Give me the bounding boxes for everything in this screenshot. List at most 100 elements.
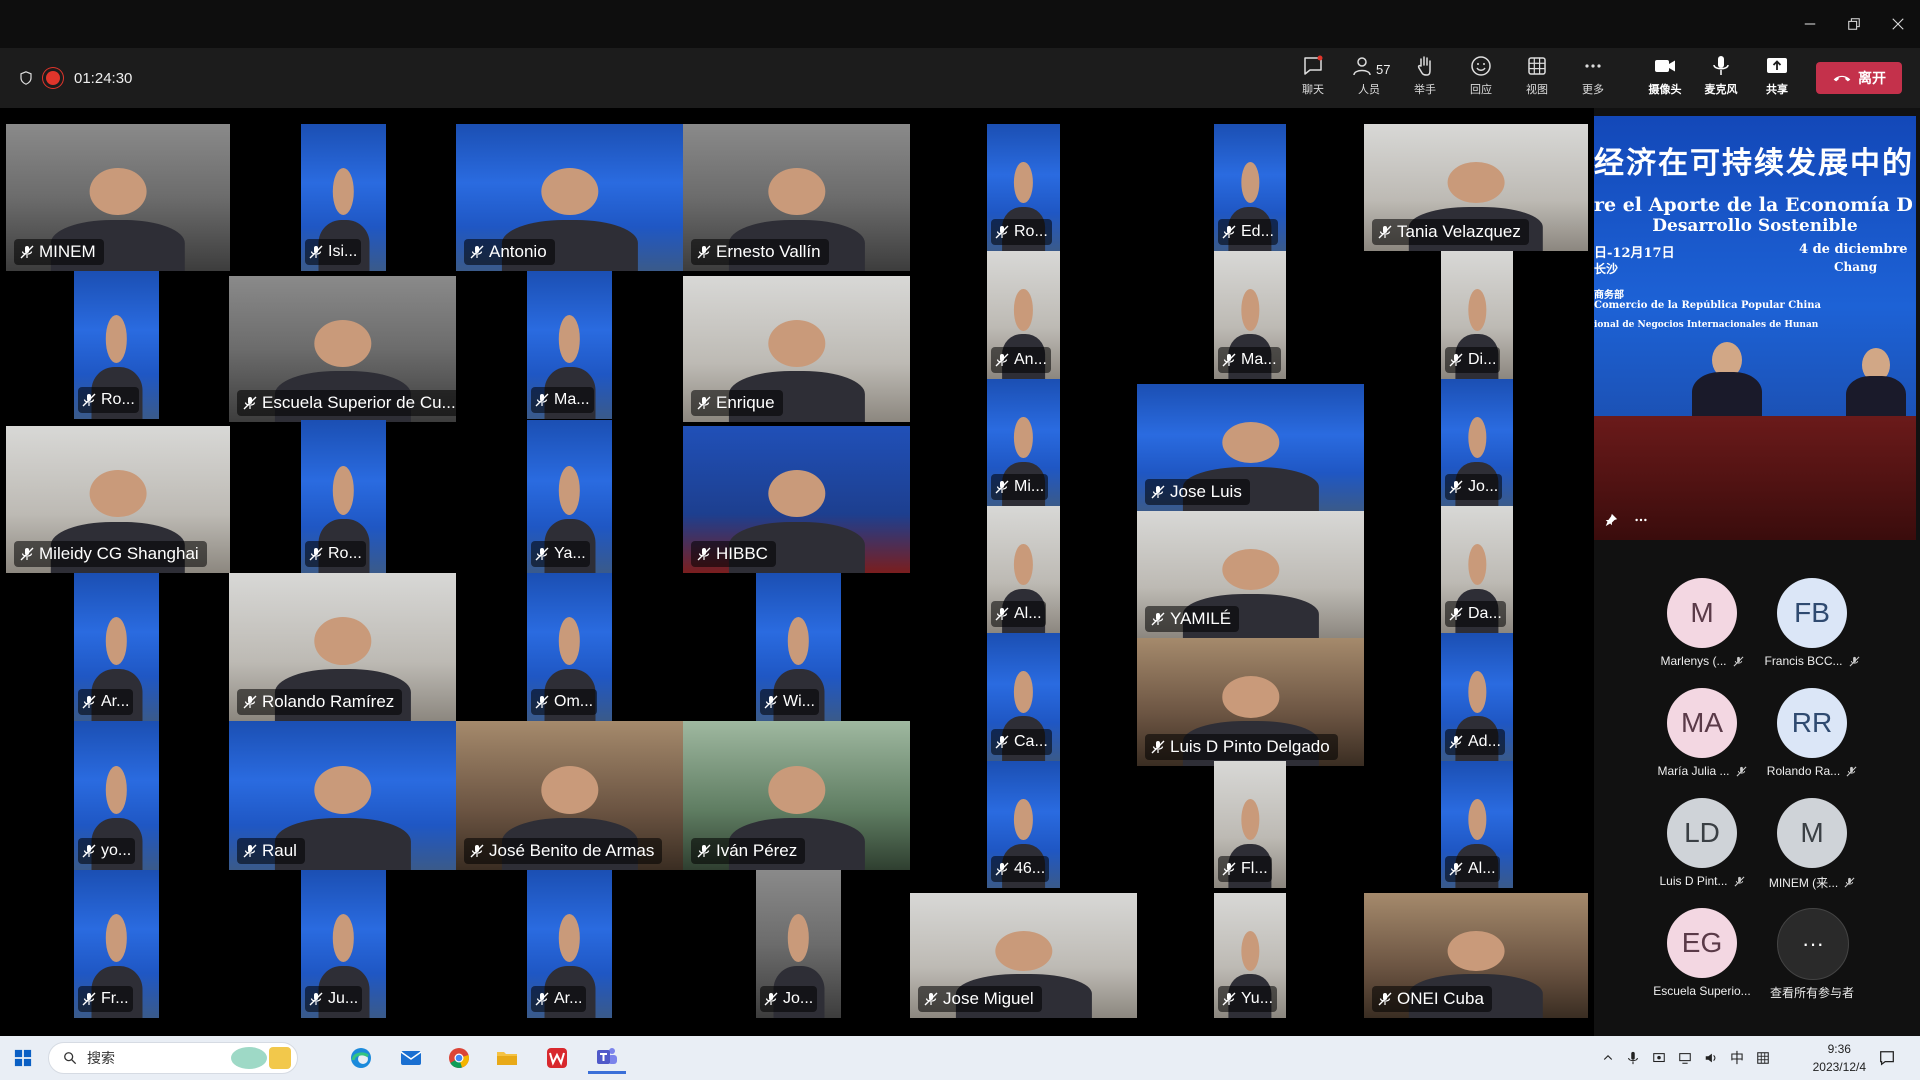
share-button[interactable]: 共享 bbox=[1752, 54, 1802, 104]
mic-off-icon bbox=[243, 844, 257, 858]
participant-tile[interactable]: Ernesto Vallín bbox=[683, 124, 910, 271]
participant-avatar[interactable]: RR bbox=[1777, 688, 1847, 758]
participant-avatar[interactable]: LD bbox=[1667, 798, 1737, 868]
participant-tile[interactable]: Mileidy CG Shanghai bbox=[6, 426, 230, 573]
avatar-name-text: Francis BCC... bbox=[1764, 654, 1843, 668]
participant-tile[interactable]: Jose Luis bbox=[1137, 384, 1364, 511]
leave-button[interactable]: 离开 bbox=[1816, 62, 1902, 94]
more-button[interactable]: 更多 bbox=[1568, 54, 1618, 104]
participant-nametag: Ya... bbox=[531, 541, 590, 567]
view-all-participants-button[interactable]: ··· bbox=[1777, 908, 1849, 980]
participant-tile[interactable]: Luis D Pinto Delgado bbox=[1137, 638, 1364, 766]
mic-off-icon bbox=[82, 695, 96, 709]
participant-tile[interactable]: Jo... bbox=[1441, 379, 1513, 506]
mic-off-icon bbox=[1846, 766, 1857, 776]
participant-avatar[interactable]: M bbox=[1777, 798, 1847, 868]
close-button[interactable] bbox=[1876, 8, 1920, 40]
raise-hand-button[interactable]: 举手 bbox=[1400, 54, 1450, 104]
security-icon[interactable] bbox=[1652, 1051, 1666, 1065]
participant-tile[interactable]: Al... bbox=[1441, 761, 1513, 888]
participant-tile[interactable]: Jose Miguel bbox=[910, 893, 1137, 1018]
participant-avatar[interactable]: M bbox=[1667, 578, 1737, 648]
participant-tile[interactable]: Ro... bbox=[74, 271, 159, 419]
participant-tile[interactable]: Ju... bbox=[301, 870, 386, 1018]
volume-icon[interactable] bbox=[1704, 1051, 1718, 1065]
participant-tile[interactable]: Antonio bbox=[456, 124, 683, 271]
mail-app[interactable] bbox=[392, 1042, 430, 1074]
camera-button[interactable]: 摄像头 bbox=[1640, 54, 1690, 104]
mic-icon[interactable] bbox=[1626, 1051, 1640, 1065]
participant-tile[interactable]: 46... bbox=[987, 761, 1060, 888]
participant-tile[interactable]: Ed... bbox=[1214, 124, 1286, 251]
participant-tile[interactable]: yo... bbox=[74, 721, 159, 870]
participant-tile[interactable]: MINEM bbox=[6, 124, 230, 271]
teams-app[interactable] bbox=[588, 1042, 626, 1074]
chevron-up-icon[interactable] bbox=[1602, 1052, 1614, 1064]
participant-tile[interactable]: HIBBC bbox=[683, 426, 910, 573]
participant-tile[interactable]: Tania Velazquez bbox=[1364, 124, 1588, 251]
participant-tile[interactable]: Wi... bbox=[756, 573, 841, 721]
people-button[interactable]: 57 人员 bbox=[1344, 54, 1394, 104]
participant-tile[interactable]: An... bbox=[987, 251, 1060, 379]
participant-tile[interactable]: Ma... bbox=[527, 271, 612, 419]
participant-tile[interactable]: Jo... bbox=[756, 870, 841, 1018]
participant-tile[interactable]: Ro... bbox=[301, 420, 386, 573]
participant-tile[interactable]: Al... bbox=[987, 506, 1060, 633]
minimize-button[interactable] bbox=[1788, 8, 1832, 40]
avatar-name: Marlenys (... bbox=[1647, 654, 1757, 668]
mic-off-icon bbox=[82, 992, 96, 1006]
participant-tile[interactable]: Raul bbox=[229, 721, 456, 870]
react-button[interactable]: 回应 bbox=[1456, 54, 1506, 104]
participant-tile[interactable]: Fl... bbox=[1214, 761, 1286, 888]
participant-tile[interactable]: Ar... bbox=[74, 573, 159, 721]
participant-tile[interactable]: Di... bbox=[1441, 251, 1513, 379]
participant-tile[interactable]: José Benito de Armas bbox=[456, 721, 683, 870]
participant-tile[interactable]: Ro... bbox=[987, 124, 1060, 251]
keyboard-layout-icon[interactable] bbox=[1756, 1051, 1770, 1065]
participant-tile[interactable]: Rolando Ramírez bbox=[229, 573, 456, 721]
notifications-button[interactable] bbox=[1868, 1042, 1906, 1074]
participant-tile[interactable]: YAMILÉ bbox=[1137, 511, 1364, 638]
participant-avatar[interactable]: MA bbox=[1667, 688, 1737, 758]
restore-button[interactable] bbox=[1832, 8, 1876, 40]
participant-tile[interactable]: Escuela Superior de Cu... bbox=[229, 276, 456, 422]
participant-name: Raul bbox=[262, 841, 297, 860]
participant-tile[interactable]: Isi... bbox=[301, 124, 386, 271]
avatar-name: Escuela Superio... bbox=[1647, 984, 1757, 998]
participant-tile[interactable]: Ma... bbox=[1214, 251, 1286, 379]
participant-tile[interactable]: Da... bbox=[1441, 506, 1513, 633]
participant-nametag: Mileidy CG Shanghai bbox=[14, 541, 207, 567]
participant-tile[interactable]: ONEI Cuba bbox=[1364, 893, 1588, 1018]
file-explorer-app[interactable] bbox=[488, 1042, 526, 1074]
wps-app[interactable] bbox=[538, 1042, 576, 1074]
start-button[interactable] bbox=[4, 1042, 42, 1074]
chrome-app[interactable] bbox=[440, 1042, 478, 1074]
spotlight-video[interactable]: 经济在可持续发展中的 re el Aporte de la Economía D… bbox=[1594, 116, 1916, 540]
participant-tile[interactable]: Mi... bbox=[987, 379, 1060, 506]
mic-off-icon bbox=[82, 393, 96, 407]
participant-tile[interactable]: Om... bbox=[527, 573, 612, 721]
participant-tile[interactable]: Enrique bbox=[683, 276, 910, 422]
view-button[interactable]: 视图 bbox=[1512, 54, 1562, 104]
ime-indicator[interactable]: 中 bbox=[1730, 1048, 1744, 1068]
network-icon[interactable] bbox=[1678, 1051, 1692, 1065]
participant-nametag: Isi... bbox=[305, 239, 362, 265]
taskbar-clock[interactable]: 9:36 2023/12/4 bbox=[1813, 1040, 1866, 1076]
pin-icon[interactable] bbox=[1604, 513, 1618, 527]
participant-tile[interactable]: Yu... bbox=[1214, 893, 1286, 1018]
participant-avatar[interactable]: EG bbox=[1667, 908, 1737, 978]
mic-button[interactable]: 麦克风 bbox=[1696, 54, 1746, 104]
participant-tile[interactable]: Ya... bbox=[527, 420, 612, 573]
participant-nametag: Ed... bbox=[1218, 219, 1278, 245]
participant-tile[interactable]: Ad... bbox=[1441, 633, 1513, 761]
participant-nametag: yo... bbox=[78, 838, 136, 864]
edge-app[interactable] bbox=[342, 1042, 380, 1074]
participant-tile[interactable]: Ca... bbox=[987, 633, 1060, 761]
taskbar-search[interactable]: 搜索 bbox=[48, 1042, 298, 1074]
chat-button[interactable]: 聊天 bbox=[1288, 54, 1338, 104]
participant-tile[interactable]: Ar... bbox=[527, 870, 612, 1018]
participant-tile[interactable]: Iván Pérez bbox=[683, 721, 910, 870]
participant-avatar[interactable]: FB bbox=[1777, 578, 1847, 648]
more-icon[interactable] bbox=[1634, 513, 1648, 527]
participant-tile[interactable]: Fr... bbox=[74, 870, 159, 1018]
